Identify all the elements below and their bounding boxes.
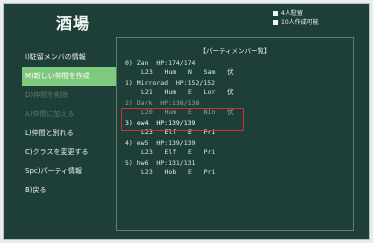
party-panel-title: 【パーティメンバー覧】 [199, 47, 271, 55]
member-slot: 0) [125, 59, 133, 67]
member-name: Zan [136, 59, 149, 67]
stationed-count: 4人駐留 [281, 10, 303, 17]
member-gender: E [188, 88, 192, 96]
menu-item-member-info[interactable]: I)駐留メンバの情報 [22, 48, 128, 67]
member-hp: HP:152/152 [175, 79, 216, 87]
member-gender: E [188, 128, 192, 136]
member-class: Nin [203, 108, 216, 116]
member-name: Mirrorad [136, 79, 169, 87]
menu-item-change-class[interactable]: C)クラスを変更する [22, 143, 128, 162]
menu-item-add-to-party[interactable]: A)仲間に加える [22, 105, 128, 124]
status-box: 4人駐留 10人作成可能 [273, 9, 319, 27]
member-slot: 4) [125, 139, 133, 147]
member-status: 伏 [227, 108, 234, 116]
party-member[interactable]: 1) Mirrorad HP:152/152 L21 Hum E Lor 伏 [125, 79, 234, 99]
member-level: L23 [141, 168, 153, 176]
member-gender: E [188, 168, 192, 176]
member-slot: 3) [125, 119, 133, 127]
party-member[interactable]: 0) Zan HP:174/174 L23 Hum N Sam 伏 [125, 59, 234, 79]
party-member-selected[interactable]: 3) ew4 HP:139/139 L23 Elf E Pri [125, 119, 234, 139]
party-member[interactable]: 2) Dark HP:138/138 L20 Hum E Nin 伏 [125, 99, 234, 119]
member-class: Pri [203, 168, 216, 176]
bullet-icon [273, 20, 278, 25]
member-race: Hum [164, 88, 177, 96]
creatable-count: 10人作成可能 [281, 19, 319, 26]
bullet-icon [273, 11, 278, 16]
member-gender: N [188, 68, 192, 76]
member-race: Elf [164, 128, 177, 136]
member-race: Hob [164, 168, 177, 176]
member-slot: 5) [125, 159, 133, 167]
member-hp: HP:139/139 [156, 139, 196, 147]
screen-title: 酒場 [56, 14, 91, 33]
member-hp: HP:138/138 [160, 99, 200, 107]
member-gender: E [188, 148, 192, 156]
member-class: Pri [203, 128, 216, 136]
member-status: 伏 [227, 88, 234, 96]
member-level: L21 [141, 88, 153, 96]
menu-item-create-new[interactable]: M)新しい仲間を作成 [22, 67, 128, 86]
member-race: Hum [164, 108, 177, 116]
member-level: L23 [141, 68, 153, 76]
member-name: ew4 [136, 119, 149, 127]
party-member-list: 0) Zan HP:174/174 L23 Hum N Sam 伏 1) Mir… [125, 59, 234, 179]
member-race: Elf [164, 148, 177, 156]
tavern-menu: I)駐留メンバの情報 M)新しい仲間を作成 D)仲間を削除 A)仲間に加える L… [22, 48, 128, 200]
member-status: 伏 [227, 68, 234, 76]
member-hp: HP:131/131 [156, 159, 196, 167]
status-row: 4人駐留 [273, 9, 319, 18]
member-class: Sam [203, 68, 216, 76]
member-class: Lor [203, 88, 216, 96]
member-level: L23 [141, 148, 153, 156]
member-name: ew5 [136, 139, 149, 147]
member-name: Dark [136, 99, 153, 107]
member-level: L20 [141, 108, 153, 116]
party-member[interactable]: 4) ew5 HP:139/139 L23 Elf E Pri [125, 139, 234, 159]
menu-item-party-info[interactable]: Spc)パーティ情報 [22, 162, 128, 181]
member-slot: 2) [125, 99, 133, 107]
member-hp: HP:139/139 [156, 119, 196, 127]
member-hp: HP:174/174 [156, 59, 196, 67]
party-member[interactable]: 5) hw6 HP:131/131 L23 Hob E Pri [125, 159, 234, 179]
tavern-screen: 酒場 4人駐留 10人作成可能 I)駐留メンバの情報 M)新しい仲間を作成 D)… [3, 3, 370, 240]
party-panel: 【パーティメンバー覧】 0) Zan HP:174/174 L23 Hum N … [116, 37, 354, 231]
menu-item-back[interactable]: B)戻る [22, 181, 128, 200]
member-gender: E [188, 108, 192, 116]
member-level: L23 [141, 128, 153, 136]
status-row: 10人作成可能 [273, 18, 319, 27]
member-class: Pri [203, 148, 216, 156]
member-slot: 1) [125, 79, 133, 87]
menu-item-delete[interactable]: D)仲間を削除 [22, 86, 128, 105]
menu-item-leave-party[interactable]: L)仲間と別れる [22, 124, 128, 143]
member-name: hw6 [136, 159, 149, 167]
member-race: Hum [164, 68, 177, 76]
